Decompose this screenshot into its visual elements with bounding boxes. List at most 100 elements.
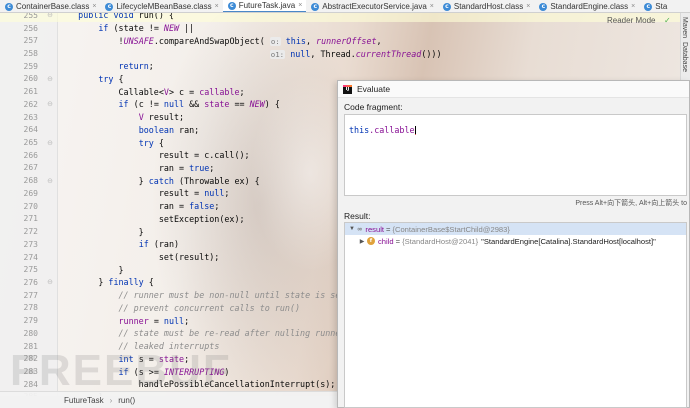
line-number: 269	[23, 188, 38, 198]
code-line[interactable]: 259 return;	[0, 60, 680, 73]
editor-tab[interactable]: c LifecycleMBeanBase.class ×	[100, 0, 222, 12]
result-tree[interactable]: ▼ ∞ result = {ContainerBase$StartChild@2…	[344, 222, 687, 408]
code-text: !UNSAFE.compareAndSwapObject( o: this, r…	[58, 35, 382, 46]
code-text: Callable<V> c = callable;	[58, 86, 245, 97]
tab-label: Sta	[655, 2, 668, 11]
line-number: 270	[23, 201, 38, 211]
tree-row-result[interactable]: ▼ ∞ result = {ContainerBase$StartChild@2…	[345, 223, 686, 235]
tab-label: StandardEngine.class	[550, 2, 629, 11]
code-line[interactable]: 256 if (state != NEW ||	[0, 22, 680, 35]
line-number: 258	[23, 49, 38, 58]
line-number: 264	[23, 125, 38, 135]
tab-label: LifecycleMBeanBase.class	[116, 2, 212, 11]
fold-marker-icon[interactable]: ⊖	[42, 13, 58, 19]
line-number: 275	[23, 265, 38, 275]
editor-tab[interactable]: c AbstractExecutorService.java ×	[306, 0, 438, 12]
line-number: 277	[23, 290, 38, 300]
close-icon[interactable]: ×	[430, 3, 434, 10]
line-number: 265	[23, 138, 38, 148]
editor-tab[interactable]: c ContainerBase.class ×	[0, 0, 100, 12]
close-icon[interactable]: ×	[92, 3, 96, 10]
watermark-logo: FREEBUF	[10, 346, 232, 395]
code-text: } finally {	[58, 277, 154, 288]
close-icon[interactable]: ×	[298, 2, 302, 9]
line-number: 260	[23, 74, 38, 84]
inspection-ok-icon[interactable]: ✓	[664, 16, 671, 25]
fragment-keyword: this	[349, 125, 370, 135]
class-icon: c	[539, 2, 548, 11]
code-line[interactable]: 258 o1: null, Thread.currentThread()))	[0, 47, 680, 60]
java-class-icon: c	[311, 2, 320, 11]
class-icon: c	[105, 2, 114, 11]
dialog-titlebar[interactable]: IJ Evaluate	[338, 81, 689, 98]
editor-tab-bar: c ContainerBase.class × c LifecycleMBeanBase…	[0, 0, 690, 13]
class-icon: c	[5, 2, 13, 11]
editor-tab[interactable]: c Sta	[639, 0, 671, 12]
class-icon: c	[442, 2, 451, 11]
line-number: 274	[23, 252, 38, 262]
editor-tab[interactable]: c StandardHost.class ×	[438, 0, 534, 12]
editor-tab[interactable]: c StandardEngine.class ×	[534, 0, 639, 12]
tab-label: FutureTask.java	[238, 1, 296, 10]
variable-type: {StandardHost@2041}	[402, 236, 479, 246]
close-icon[interactable]: ×	[526, 3, 530, 10]
fold-marker-icon[interactable]: ⊖	[42, 177, 58, 185]
breadcrumb-separator: ›	[109, 395, 113, 405]
breadcrumb-class[interactable]: FutureTask	[64, 396, 104, 405]
line-number: 262	[23, 99, 38, 109]
editor-tab[interactable]: c FutureTask.java ×	[222, 0, 307, 12]
tab-label: ContainerBase.class	[16, 2, 90, 11]
code-text: V result;	[138, 112, 185, 123]
code-text: public void run() {	[78, 13, 174, 21]
code-text: }	[58, 264, 124, 275]
variable-name: child	[378, 236, 394, 246]
text-caret	[414, 126, 416, 135]
fold-marker-icon[interactable]: ⊖	[42, 75, 58, 83]
code-text: set(result);	[58, 252, 220, 263]
line-number: 280	[23, 328, 38, 338]
code-text: result = c.call();	[58, 150, 250, 161]
reader-mode-toggle[interactable]: Reader Mode	[607, 16, 655, 25]
java-class-icon: c	[227, 1, 236, 10]
line-number: 268	[23, 176, 38, 186]
class-icon: c	[644, 2, 653, 11]
line-number: 256	[23, 23, 38, 33]
close-icon[interactable]: ×	[631, 3, 635, 10]
breadcrumb-method[interactable]: run()	[118, 396, 135, 405]
code-text: try {	[98, 73, 124, 84]
tab-label: StandardHost.class	[453, 2, 524, 11]
code-text: return;	[118, 61, 154, 72]
code-fragment-label: Code fragment:	[344, 102, 403, 112]
line-number: 261	[23, 87, 38, 97]
watch-result-icon: ∞	[357, 225, 363, 233]
fold-marker-icon[interactable]: ⊖	[42, 139, 58, 147]
code-line[interactable]: 257 !UNSAFE.compareAndSwapObject( o: thi…	[0, 34, 680, 47]
collapse-arrow-icon[interactable]: ▼	[347, 226, 357, 232]
equals-sign: =	[395, 236, 401, 246]
line-number: 278	[23, 303, 38, 313]
line-number: 276	[23, 277, 38, 287]
code-text: } catch (Throwable ex) {	[58, 175, 260, 186]
line-number: 263	[23, 112, 38, 122]
expand-arrow-icon[interactable]: ▶	[357, 238, 367, 245]
close-icon[interactable]: ×	[215, 3, 219, 10]
code-text: // state must be re-read after nulling r…	[118, 328, 346, 339]
code-text: }	[58, 226, 144, 237]
equals-sign: =	[386, 224, 391, 234]
dialog-title: Evaluate	[357, 84, 391, 94]
fold-marker-icon[interactable]: ⊖	[42, 278, 58, 286]
line-number: 279	[23, 316, 38, 326]
result-label: Result:	[344, 211, 371, 221]
line-number: 267	[23, 163, 38, 173]
line-number: 257	[23, 36, 38, 46]
history-shortcut-hint: Press Alt+向下箭头, Alt+向上箭头 to	[575, 200, 687, 207]
code-line[interactable]: 255 ⊖ public void run() {	[0, 13, 680, 22]
line-number: 266	[23, 150, 38, 160]
code-fragment-editor[interactable]: this.callable	[344, 114, 687, 196]
maven-tool-button[interactable]: Maven	[681, 17, 688, 38]
evaluate-dialog: IJ Evaluate Code fragment: this.callable…	[337, 80, 690, 408]
fold-marker-icon[interactable]: ⊖	[42, 100, 58, 108]
database-tool-button[interactable]: Database	[681, 42, 688, 72]
tree-row-child[interactable]: ▶ f child = {StandardHost@2041} "Standar…	[345, 235, 686, 247]
code-text: ran = false;	[58, 201, 220, 212]
